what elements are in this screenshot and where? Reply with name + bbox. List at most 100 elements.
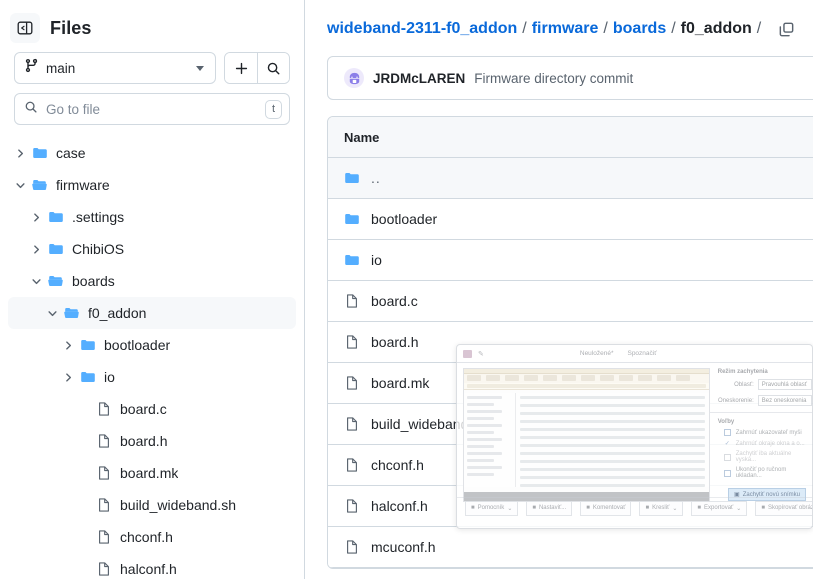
chevron-down-icon: [196, 65, 204, 71]
overlay-checkbox-window-borders[interactable]: ✓ Zahrnúť okraje okna a o...: [718, 440, 812, 448]
overlay-checkbox-label: Zahrnúť ukazovateľ myši: [735, 429, 802, 436]
folder-icon: [344, 252, 360, 268]
tree-item-build-wideband-sh[interactable]: build_wideband.sh: [8, 489, 296, 521]
branch-row: main: [0, 52, 304, 84]
file-icon: [96, 433, 112, 449]
overlay-tab-unsaved[interactable]: Neuložené*: [580, 350, 614, 357]
overlay-tab-mark[interactable]: Spoznačiť: [627, 350, 656, 357]
file-row-name[interactable]: mcuconf.h: [371, 539, 436, 555]
snipping-tool-overlay-window[interactable]: ✎ Neuložené* Spoznačiť Režim zachytenia …: [456, 344, 813, 529]
overlay-checkbox-current-popup[interactable]: Zachytiť iba aktuálne vyska...: [718, 451, 812, 463]
table-row[interactable]: bootloader: [328, 199, 813, 240]
chevron-down-icon: ⌄: [736, 505, 742, 512]
overlay-screenshot-preview[interactable]: [463, 368, 710, 502]
tree-item-f0-addon[interactable]: f0_addon: [8, 297, 296, 329]
chevron-right-icon[interactable]: [28, 209, 44, 225]
commit-author[interactable]: JRDMcLAREN: [373, 71, 465, 86]
table-row[interactable]: board.c: [328, 281, 813, 322]
file-icon: [344, 375, 360, 391]
overlay-titlebar: ✎ Neuložené* Spoznačiť: [457, 345, 812, 363]
tree-item-firmware[interactable]: firmware: [8, 169, 296, 201]
file-row-name[interactable]: board.c: [371, 293, 418, 309]
folder-open-icon: [48, 273, 64, 289]
branch-selector[interactable]: main: [14, 52, 216, 84]
breadcrumb-current: f0_addon: [680, 20, 752, 37]
tree-item-chibios[interactable]: ChibiOS: [8, 233, 296, 265]
overlay-toolbar-settings[interactable]: ■ Nastaviť...: [526, 500, 573, 516]
search-shortcut-key: t: [264, 99, 282, 119]
tree-item-chconf-h[interactable]: chconf.h: [8, 521, 296, 553]
latest-commit-bar: JRDMcLAREN Firmware directory commit: [327, 56, 813, 100]
chevron-right-icon[interactable]: [60, 337, 76, 353]
add-file-button[interactable]: [225, 53, 257, 83]
overlay-field-delay-value[interactable]: Bez oneskorenia: [757, 395, 812, 406]
tree-item-halconf-h[interactable]: halconf.h: [8, 553, 296, 579]
search-input[interactable]: [46, 101, 257, 117]
pin-icon[interactable]: ✎: [478, 350, 484, 358]
tree-item-boards[interactable]: boards: [8, 265, 296, 297]
file-icon: [344, 498, 360, 514]
folder-open-icon: [32, 177, 48, 193]
checkbox-icon: [723, 429, 731, 436]
checkbox-icon: [723, 469, 731, 477]
breadcrumb-repo[interactable]: wideband-2311-f0_addon: [327, 20, 517, 38]
tree-item--settings[interactable]: .settings: [8, 201, 296, 233]
chevron-down-icon[interactable]: [12, 177, 28, 193]
overlay-toolbar-draw[interactable]: ■ Kresliť ⌄: [639, 500, 684, 516]
file-row-name[interactable]: board.mk: [371, 375, 429, 391]
tree-item-io[interactable]: io: [8, 361, 296, 393]
file-row-name[interactable]: ..: [371, 170, 381, 186]
tree-item-case[interactable]: case: [8, 137, 296, 169]
search-button[interactable]: [257, 53, 289, 83]
overlay-checkbox-quit-after-save[interactable]: Ukončiť po ručnom ukladan...: [718, 467, 812, 479]
folder-icon: [80, 337, 96, 353]
chevron-down-icon[interactable]: [44, 305, 60, 321]
go-to-file-field[interactable]: t: [14, 93, 290, 125]
breadcrumb-part-firmware[interactable]: firmware: [532, 20, 599, 38]
files-sidebar: Files main Go to file t case firmware .s…: [0, 0, 305, 579]
checkbox-icon: [723, 453, 731, 461]
sidebar-collapse-icon[interactable]: [10, 13, 40, 43]
overlay-toolbar-pen[interactable]: ■ Komentovať: [580, 500, 632, 516]
overlay-toolbar: ■ Pomocník ⌄ ■ Nastaviť... ■ Komentovať ■ Kresli…: [457, 497, 812, 519]
chevron-right-icon[interactable]: [28, 241, 44, 257]
file-icon: [96, 497, 112, 513]
overlay-toolbar-help[interactable]: ■ Pomocník ⌄: [465, 500, 519, 516]
chevron-down-icon[interactable]: [28, 273, 44, 289]
git-branch-icon: [24, 58, 39, 78]
overlay-checkbox-mouse-pointer[interactable]: Zahrnúť ukazovateľ myši: [718, 429, 812, 436]
file-tree: case firmware .settings ChibiOS boards f0_add…: [0, 137, 304, 579]
file-row-name[interactable]: bootloader: [371, 211, 437, 227]
table-row[interactable]: ..: [328, 158, 813, 199]
overlay-field-area-value[interactable]: Pravouhlá oblasť: [757, 379, 812, 390]
tree-item-board-c[interactable]: board.c: [8, 393, 296, 425]
search-icon: [24, 100, 38, 119]
table-row[interactable]: io: [328, 240, 813, 281]
breadcrumb-part-boards[interactable]: boards: [613, 20, 666, 38]
overlay-checkbox-label: Ukončiť po ručnom ukladan...: [735, 467, 787, 479]
tree-item-bootloader[interactable]: bootloader: [8, 329, 296, 361]
overlay-toolbar-copy[interactable]: ■Skopírovať obrázok do schránky: [755, 500, 812, 516]
tree-item-label: io: [104, 369, 115, 385]
tree-item-label: chconf.h: [120, 529, 173, 545]
tree-item-label: .settings: [72, 209, 125, 225]
file-row-name[interactable]: io: [371, 252, 382, 268]
commit-message[interactable]: Firmware directory commit: [474, 71, 633, 86]
overlay-field-area: Oblasť: Pravouhlá oblasť: [718, 379, 812, 390]
overlay-field-delay-label: Oneskorenie:: [718, 397, 754, 404]
file-row-name[interactable]: board.h: [371, 334, 418, 350]
overlay-body: Režim zachytenia Oblasť: Pravouhlá oblas…: [457, 363, 812, 504]
tree-item-board-h[interactable]: board.h: [8, 425, 296, 457]
tree-item-board-mk[interactable]: board.mk: [8, 457, 296, 489]
chevron-right-icon[interactable]: [12, 145, 28, 161]
overlay-toolbar-share[interactable]: ■ Exportovať ⌄: [691, 500, 748, 516]
table-header: Name: [328, 117, 813, 158]
overlay-toolbar-label: Exportovať: [704, 505, 734, 511]
table-row[interactable]: mcuconf.h: [328, 527, 813, 568]
copy-path-icon[interactable]: [775, 18, 797, 40]
chevron-right-icon[interactable]: [60, 369, 76, 385]
file-row-name[interactable]: halconf.h: [371, 498, 428, 514]
overlay-checkbox-label: Zahrnúť okraje okna a o...: [735, 440, 805, 447]
file-row-name[interactable]: chconf.h: [371, 457, 424, 473]
overlay-toolbar-label: Skopírovať obrázok do schránky: [767, 505, 812, 511]
